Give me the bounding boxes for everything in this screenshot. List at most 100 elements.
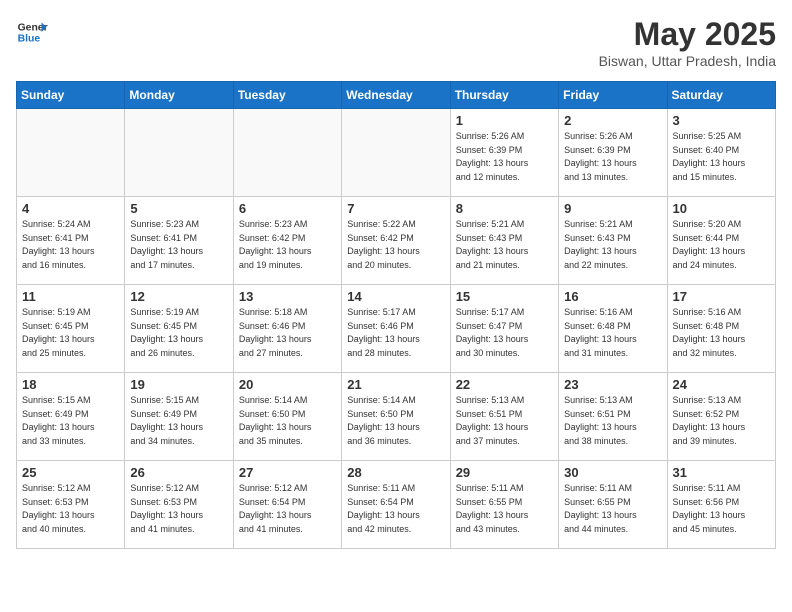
calendar-cell: 9 Sunrise: 5:21 AM Sunset: 6:43 PM Daylig… [559, 197, 667, 285]
cell-info: Sunrise: 5:19 AM Sunset: 6:45 PM Dayligh… [130, 306, 227, 360]
day-number: 11 [22, 289, 119, 304]
cell-info: Sunrise: 5:22 AM Sunset: 6:42 PM Dayligh… [347, 218, 444, 272]
cell-info: Sunrise: 5:15 AM Sunset: 6:49 PM Dayligh… [130, 394, 227, 448]
day-number: 12 [130, 289, 227, 304]
cell-info: Sunrise: 5:26 AM Sunset: 6:39 PM Dayligh… [456, 130, 553, 184]
header: General Blue May 2025 Biswan, Uttar Prad… [16, 16, 776, 69]
calendar-cell: 30 Sunrise: 5:11 AM Sunset: 6:55 PM Dayli… [559, 461, 667, 549]
svg-text:Blue: Blue [18, 34, 41, 45]
cell-info: Sunrise: 5:11 AM Sunset: 6:55 PM Dayligh… [564, 482, 661, 536]
day-number: 17 [673, 289, 770, 304]
calendar-cell [342, 109, 450, 197]
cell-info: Sunrise: 5:15 AM Sunset: 6:49 PM Dayligh… [22, 394, 119, 448]
calendar-cell: 12 Sunrise: 5:19 AM Sunset: 6:45 PM Dayli… [125, 285, 233, 373]
cell-info: Sunrise: 5:19 AM Sunset: 6:45 PM Dayligh… [22, 306, 119, 360]
cell-info: Sunrise: 5:23 AM Sunset: 6:42 PM Dayligh… [239, 218, 336, 272]
calendar-week-1: 1 Sunrise: 5:26 AM Sunset: 6:39 PM Daylig… [17, 109, 776, 197]
cell-info: Sunrise: 5:20 AM Sunset: 6:44 PM Dayligh… [673, 218, 770, 272]
logo-icon: General Blue [16, 16, 48, 48]
cell-info: Sunrise: 5:14 AM Sunset: 6:50 PM Dayligh… [239, 394, 336, 448]
cell-info: Sunrise: 5:13 AM Sunset: 6:51 PM Dayligh… [456, 394, 553, 448]
calendar-cell: 25Sunrise: 5:12 AM Sunset: 6:53 PM Dayli… [17, 461, 125, 549]
calendar-cell: 20 Sunrise: 5:14 AM Sunset: 6:50 PM Dayli… [233, 373, 341, 461]
day-number: 4 [22, 201, 119, 216]
calendar-cell: 22 Sunrise: 5:13 AM Sunset: 6:51 PM Dayli… [450, 373, 558, 461]
cell-info: Sunrise: 5:11 AM Sunset: 6:54 PM Dayligh… [347, 482, 444, 536]
calendar-cell [17, 109, 125, 197]
weekday-header-friday: Friday [559, 82, 667, 109]
day-number: 19 [130, 377, 227, 392]
calendar-cell: 4 Sunrise: 5:24 AM Sunset: 6:41 PM Daylig… [17, 197, 125, 285]
day-number: 10 [673, 201, 770, 216]
calendar-cell: 2Sunrise: 5:26 AM Sunset: 6:39 PM Daylig… [559, 109, 667, 197]
cell-info: Sunrise: 5:23 AM Sunset: 6:41 PM Dayligh… [130, 218, 227, 272]
cell-info: Sunrise: 5:11 AM Sunset: 6:56 PM Dayligh… [673, 482, 770, 536]
day-number: 24 [673, 377, 770, 392]
day-number: 13 [239, 289, 336, 304]
day-number: 29 [456, 465, 553, 480]
calendar-header: SundayMondayTuesdayWednesdayThursdayFrid… [17, 82, 776, 109]
day-number: 14 [347, 289, 444, 304]
day-number: 22 [456, 377, 553, 392]
cell-info: Sunrise: 5:18 AM Sunset: 6:46 PM Dayligh… [239, 306, 336, 360]
weekday-header-wednesday: Wednesday [342, 82, 450, 109]
calendar-cell: 17 Sunrise: 5:16 AM Sunset: 6:48 PM Dayli… [667, 285, 775, 373]
calendar-cell: 21Sunrise: 5:14 AM Sunset: 6:50 PM Dayli… [342, 373, 450, 461]
day-number: 3 [673, 113, 770, 128]
calendar-cell: 6Sunrise: 5:23 AM Sunset: 6:42 PM Daylig… [233, 197, 341, 285]
calendar-week-5: 25 Sunrise: 5:12 AM Sunset: 6:53 PM Dayli… [17, 461, 776, 549]
day-number: 21 [347, 377, 444, 392]
day-number: 23 [564, 377, 661, 392]
calendar-cell: 10 Sunrise: 5:20 AM Sunset: 6:44 PM Dayli… [667, 197, 775, 285]
calendar-cell: 7 Sunrise: 5:22 AM Sunset: 6:42 PM Daylig… [342, 197, 450, 285]
day-number: 26 [130, 465, 227, 480]
day-number: 9 [564, 201, 661, 216]
weekday-header-saturday: Saturday [667, 82, 775, 109]
day-number: 30 [564, 465, 661, 480]
cell-info: Sunrise: 5:13 AM Sunset: 6:52 PM Dayligh… [673, 394, 770, 448]
calendar-cell: 31 Sunrise: 5:11 AM Sunset: 6:56 PM Dayli… [667, 461, 775, 549]
title-area: May 2025 Biswan, Uttar Pradesh, India [599, 16, 776, 69]
cell-info: Sunrise: 5:16 AM Sunset: 6:48 PM Dayligh… [673, 306, 770, 360]
calendar-cell: 24 Sunrise: 5:13 AM Sunset: 6:52 PM Dayli… [667, 373, 775, 461]
calendar-subtitle: Biswan, Uttar Pradesh, India [599, 53, 776, 69]
calendar-cell: 1 Sunrise: 5:26 AM Sunset: 6:39 PM Daylig… [450, 109, 558, 197]
calendar-cell: 18 Sunrise: 5:15 AM Sunset: 6:49 PM Dayli… [17, 373, 125, 461]
cell-info: Sunrise: 5:21 AM Sunset: 6:43 PM Dayligh… [456, 218, 553, 272]
calendar-cell: 5 Sunrise: 5:23 AM Sunset: 6:41 PM Daylig… [125, 197, 233, 285]
calendar-title: May 2025 [599, 16, 776, 53]
calendar-cell [233, 109, 341, 197]
day-number: 20 [239, 377, 336, 392]
cell-info: Sunrise: 5:11 AM Sunset: 6:55 PM Dayligh… [456, 482, 553, 536]
cell-info: Sunrise: 5:21 AM Sunset: 6:43 PM Dayligh… [564, 218, 661, 272]
day-number: 31 [673, 465, 770, 480]
cell-info: Sunrise: 5:12 AM Sunset: 6:53 PM Dayligh… [130, 482, 227, 536]
calendar-cell: 3 Sunrise: 5:25 AM Sunset: 6:40 PM Daylig… [667, 109, 775, 197]
cell-info: Sunrise: 5:25 AM Sunset: 6:40 PM Dayligh… [673, 130, 770, 184]
day-number: 25 [22, 465, 119, 480]
calendar-cell: 26 Sunrise: 5:12 AM Sunset: 6:53 PM Dayli… [125, 461, 233, 549]
day-number: 1 [456, 113, 553, 128]
weekday-header-sunday: Sunday [17, 82, 125, 109]
calendar-week-3: 11 Sunrise: 5:19 AM Sunset: 6:45 PM Dayli… [17, 285, 776, 373]
calendar-cell: 16Sunrise: 5:16 AM Sunset: 6:48 PM Dayli… [559, 285, 667, 373]
day-number: 7 [347, 201, 444, 216]
calendar-cell [125, 109, 233, 197]
cell-info: Sunrise: 5:26 AM Sunset: 6:39 PM Dayligh… [564, 130, 661, 184]
day-number: 5 [130, 201, 227, 216]
day-number: 18 [22, 377, 119, 392]
calendar-cell: 23Sunrise: 5:13 AM Sunset: 6:51 PM Dayli… [559, 373, 667, 461]
cell-info: Sunrise: 5:24 AM Sunset: 6:41 PM Dayligh… [22, 218, 119, 272]
cell-info: Sunrise: 5:17 AM Sunset: 6:46 PM Dayligh… [347, 306, 444, 360]
day-number: 8 [456, 201, 553, 216]
calendar-cell: 27Sunrise: 5:12 AM Sunset: 6:54 PM Dayli… [233, 461, 341, 549]
logo: General Blue [16, 16, 48, 48]
day-number: 15 [456, 289, 553, 304]
calendar-cell: 28 Sunrise: 5:11 AM Sunset: 6:54 PM Dayli… [342, 461, 450, 549]
calendar-cell: 8 Sunrise: 5:21 AM Sunset: 6:43 PM Daylig… [450, 197, 558, 285]
day-number: 16 [564, 289, 661, 304]
day-number: 28 [347, 465, 444, 480]
calendar-cell: 14 Sunrise: 5:17 AM Sunset: 6:46 PM Dayli… [342, 285, 450, 373]
calendar-cell: 15 Sunrise: 5:17 AM Sunset: 6:47 PM Dayli… [450, 285, 558, 373]
cell-info: Sunrise: 5:17 AM Sunset: 6:47 PM Dayligh… [456, 306, 553, 360]
